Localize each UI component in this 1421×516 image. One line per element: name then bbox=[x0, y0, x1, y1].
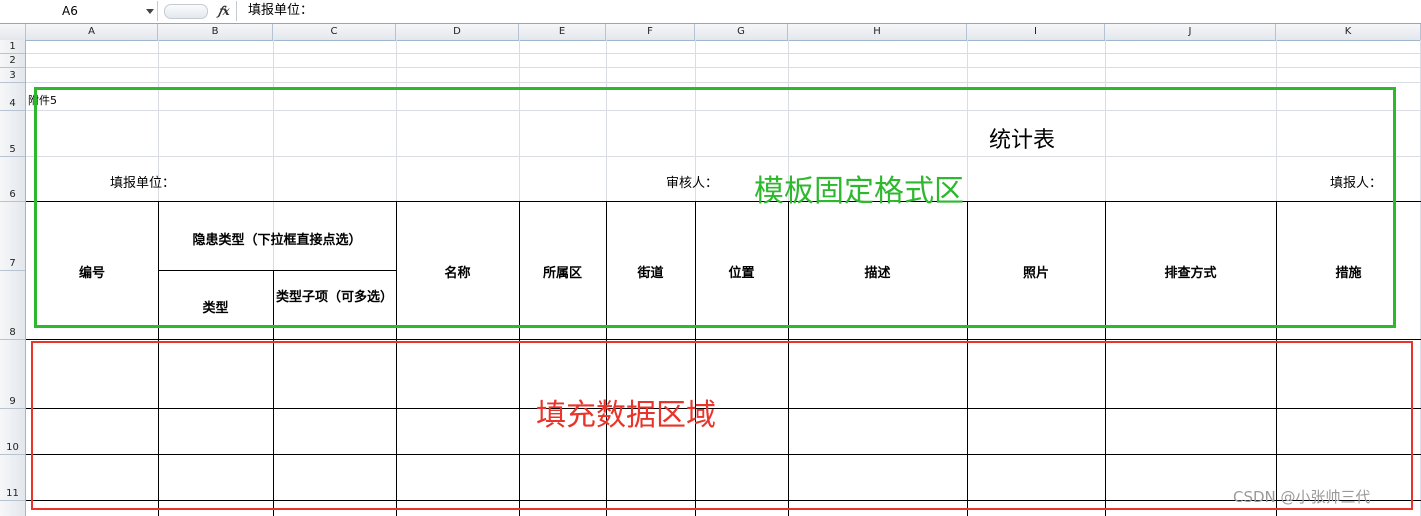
column-header-h[interactable]: H bbox=[788, 24, 967, 40]
row-header-8[interactable]: 8 bbox=[0, 271, 25, 340]
row-header-3[interactable]: 3 bbox=[0, 68, 25, 83]
column-header-k[interactable]: K bbox=[1276, 24, 1421, 40]
row-header-5[interactable]: 5 bbox=[0, 111, 25, 157]
template-area-box bbox=[34, 87, 1396, 328]
fill-area-box bbox=[31, 341, 1413, 510]
name-box-value: A6 bbox=[62, 4, 78, 18]
formula-input[interactable]: 填报单位： bbox=[248, 1, 313, 21]
column-header-c[interactable]: C bbox=[273, 24, 396, 40]
column-header-i[interactable]: I bbox=[967, 24, 1105, 40]
fill-area-label: 填充数据区域 bbox=[536, 398, 716, 433]
chevron-down-icon[interactable] bbox=[146, 9, 154, 14]
row-header-2[interactable]: 2 bbox=[0, 54, 25, 68]
name-box[interactable]: A6 bbox=[0, 1, 158, 21]
row-headers: 1 2 3 4 5 6 7 8 9 10 11 bbox=[0, 40, 26, 516]
column-header-j[interactable]: J bbox=[1105, 24, 1276, 40]
splitter-handle[interactable] bbox=[164, 4, 208, 19]
row-header-4[interactable]: 4 bbox=[0, 83, 25, 111]
insert-function-icon[interactable]: 𝑓x bbox=[218, 2, 230, 20]
column-header-d[interactable]: D bbox=[396, 24, 519, 40]
row-header-9[interactable]: 9 bbox=[0, 340, 25, 409]
column-header-b[interactable]: B bbox=[158, 24, 273, 40]
formula-bar: A6 𝑓x 填报单位： bbox=[0, 0, 1421, 24]
row-header-10[interactable]: 10 bbox=[0, 409, 25, 455]
formula-bar-controls: 𝑓x bbox=[160, 1, 237, 21]
row-header-7[interactable]: 7 bbox=[0, 202, 25, 271]
column-header-g[interactable]: G bbox=[695, 24, 788, 40]
row-header-11[interactable]: 11 bbox=[0, 455, 25, 501]
row-header-1[interactable]: 1 bbox=[0, 40, 25, 54]
column-header-e[interactable]: E bbox=[519, 24, 606, 40]
select-all-corner[interactable] bbox=[0, 24, 26, 40]
column-headers: A B C D E F G H I J K bbox=[0, 24, 1421, 41]
column-header-a[interactable]: A bbox=[26, 24, 158, 40]
column-header-f[interactable]: F bbox=[606, 24, 695, 40]
watermark: CSDN @小张帅三代 bbox=[1233, 488, 1371, 506]
row-header-6[interactable]: 6 bbox=[0, 157, 25, 202]
template-area-label: 模板固定格式区 bbox=[754, 174, 964, 209]
